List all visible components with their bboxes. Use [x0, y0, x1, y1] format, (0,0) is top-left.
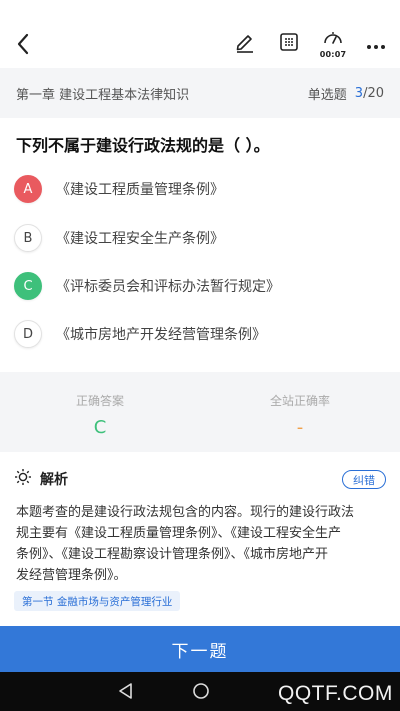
analysis-title: 解析: [40, 472, 68, 488]
correct-answer-label: 正确答案: [75, 394, 124, 408]
current-question-number: 3: [354, 85, 364, 101]
watermark: QQTF.COM: [278, 682, 393, 705]
nav-back-icon[interactable]: [118, 682, 134, 704]
next-question-button[interactable]: 下一题: [0, 626, 400, 672]
option-b[interactable]: B 《建设工程安全生产条例》: [14, 223, 224, 253]
accuracy-rate-label: 全站正确率: [269, 394, 330, 408]
option-text: 《建设工程安全生产条例》: [56, 231, 224, 247]
option-letter: D: [14, 320, 42, 348]
report-error-button[interactable]: 纠错: [342, 470, 386, 489]
edit-button[interactable]: [232, 28, 258, 60]
chapter-bar: 第一章 建设工程基本法律知识 单选题 3/20: [0, 68, 400, 118]
answer-card-button[interactable]: [276, 28, 302, 60]
option-letter: A: [14, 175, 42, 203]
chapter-title: 第一章 建设工程基本法律知识: [16, 87, 190, 103]
timer-button[interactable]: 00:07: [316, 26, 350, 62]
more-icon: [366, 35, 386, 54]
option-a[interactable]: A 《建设工程质量管理条例》: [14, 174, 224, 204]
correct-answer-block: 正确答案 C: [0, 372, 200, 452]
option-d[interactable]: D 《城市房地产开发经营管理条例》: [14, 319, 266, 349]
answer-panel: 正确答案 C 全站正确率 -: [0, 372, 400, 452]
timer-value: 00:07: [319, 50, 347, 59]
lightbulb-icon: [14, 468, 32, 490]
accuracy-rate-value: -: [296, 417, 304, 438]
answer-card-icon: [278, 31, 300, 57]
top-bar: 00:07: [0, 0, 400, 68]
analysis-line: 规主要有《建设工程质量管理条例》、《建设工程安全生产: [16, 526, 342, 541]
option-text: 《建设工程质量管理条例》: [56, 182, 224, 198]
total-questions: /20: [363, 85, 384, 101]
analysis-line: 本题考查的是建设行政法规包含的内容。现行的建设行政法: [16, 505, 355, 520]
nav-home-icon[interactable]: [192, 682, 210, 704]
analysis-line: 发经营管理条例》。: [16, 568, 127, 583]
edit-icon: [234, 31, 256, 57]
accuracy-rate-block: 全站正确率 -: [200, 372, 400, 452]
option-c[interactable]: C 《评标委员会和评标办法暂行规定》: [14, 271, 280, 301]
timer-icon: [323, 29, 343, 49]
correct-answer-value: C: [93, 417, 107, 438]
option-text: 《评标委员会和评标办法暂行规定》: [56, 279, 280, 295]
analysis-header: 解析: [14, 468, 68, 490]
back-arrow-icon[interactable]: [12, 30, 36, 58]
analysis-line: 条例》、《建设工程勘察设计管理条例》、《城市房地产开: [16, 547, 329, 562]
analysis-text: 本题考查的是建设行政法规包含的内容。现行的建设行政法 规主要有《建设工程质量管理…: [16, 502, 388, 586]
section-tag[interactable]: 第一节 金融市场与资产管理行业: [14, 591, 181, 611]
question-type: 单选题: [307, 87, 347, 103]
option-letter: C: [14, 272, 42, 300]
question-text: 下列不属于建设行政法规的是（ ）。: [16, 136, 270, 155]
option-letter: B: [14, 224, 42, 252]
option-text: 《城市房地产开发经营管理条例》: [56, 327, 266, 343]
more-button[interactable]: [362, 28, 390, 60]
question-progress: 3/20: [355, 86, 384, 101]
